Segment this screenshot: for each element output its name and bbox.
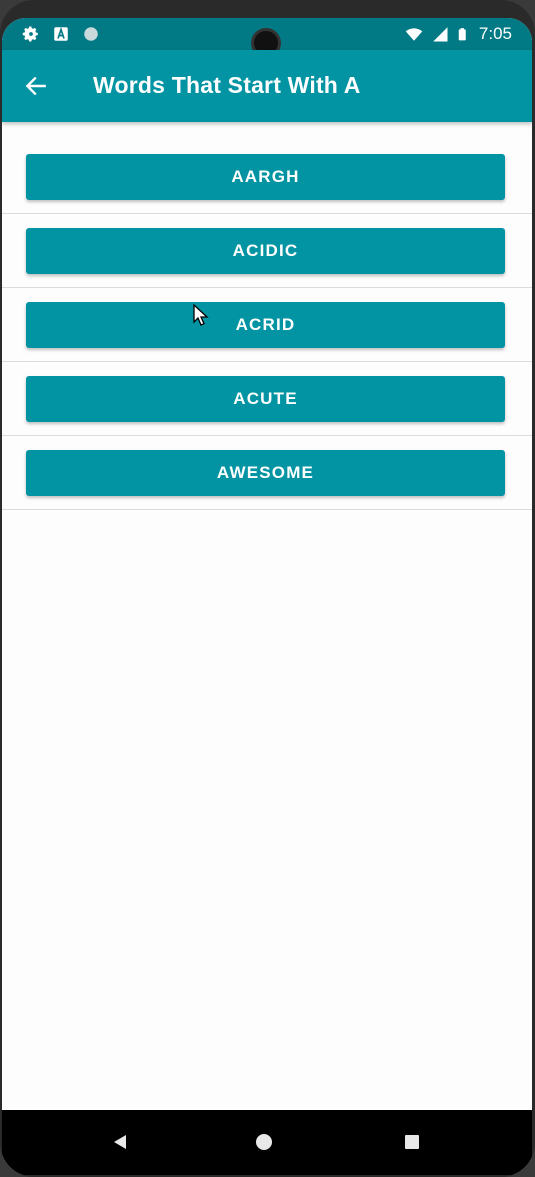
back-triangle-icon	[114, 1135, 126, 1149]
screen: 7:05 Words That Start With A AARGH ACIDI…	[2, 18, 532, 1175]
battery-icon	[458, 28, 466, 41]
recents-square-icon	[405, 1135, 419, 1149]
circle-notification-icon	[84, 27, 98, 41]
list-item: ACIDIC	[2, 214, 532, 288]
list-item: AARGH	[2, 140, 532, 214]
page-title: Words That Start With A	[93, 72, 361, 98]
word-button-acidic[interactable]: ACIDIC	[26, 228, 505, 274]
nav-recents-button[interactable]	[400, 1130, 424, 1154]
arrow-left-icon	[25, 76, 46, 96]
list-item: ACUTE	[2, 362, 532, 436]
gear-icon	[22, 26, 38, 42]
word-list: AARGH ACIDIC ACRID ACUTE AWESOME	[2, 140, 532, 510]
list-item: AWESOME	[2, 436, 532, 510]
word-button-acrid[interactable]: ACRID	[26, 302, 505, 348]
wifi-icon	[405, 28, 423, 41]
nav-back-button[interactable]	[108, 1130, 132, 1154]
mouse-cursor-icon	[193, 304, 209, 326]
word-button-aargh[interactable]: AARGH	[26, 154, 505, 200]
nav-home-button[interactable]	[252, 1130, 276, 1154]
word-button-acute[interactable]: ACUTE	[26, 376, 505, 422]
status-bar: 7:05	[2, 18, 532, 58]
signal-icon	[433, 27, 448, 42]
back-button[interactable]	[20, 70, 52, 102]
home-circle-icon	[256, 1134, 272, 1150]
status-time: 7:05	[478, 24, 512, 43]
a-notification-icon	[54, 26, 68, 41]
app-bar: Words That Start With A	[2, 50, 532, 122]
word-button-awesome[interactable]: AWESOME	[26, 450, 505, 496]
navigation-bar	[2, 1110, 532, 1175]
device-frame: 7:05 Words That Start With A AARGH ACIDI…	[0, 0, 535, 1177]
list-item: ACRID	[2, 288, 532, 362]
